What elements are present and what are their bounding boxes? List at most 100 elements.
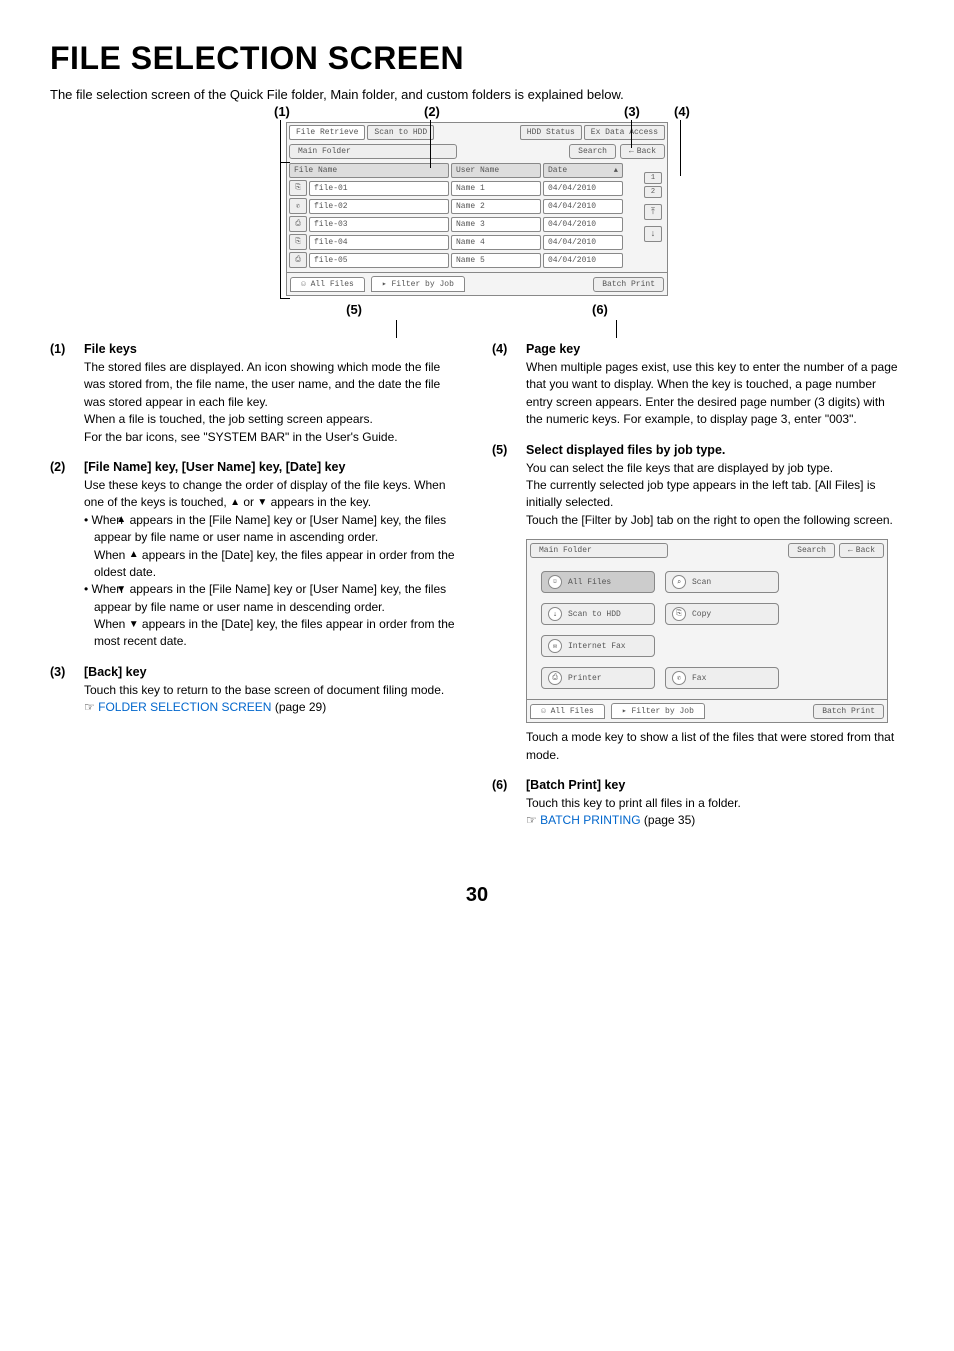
date-header[interactable]: Date▲	[543, 163, 623, 178]
fax-icon: ✆	[672, 671, 686, 685]
scroll-down-button[interactable]: ↓	[644, 226, 662, 242]
item-number: (3)	[50, 665, 84, 717]
item-number: (2)	[50, 460, 84, 651]
page-number-key[interactable]: 1	[644, 172, 662, 184]
item-title: Page key	[526, 342, 904, 356]
search-button[interactable]: Search	[788, 543, 835, 558]
date-cell: 04/04/2010	[543, 181, 623, 196]
file-name-cell: file-04	[309, 235, 449, 250]
callout-4: (4)	[674, 104, 690, 119]
filter-by-job-tab[interactable]: ▸ Filter by Job	[611, 703, 705, 719]
mode-internet-fax[interactable]: ✉Internet Fax	[541, 635, 655, 657]
filter-by-job-panel: Main Folder Search ←Back ☺All Files ⌕Sca…	[526, 539, 888, 723]
tab-file-retrieve[interactable]: File Retrieve	[289, 125, 365, 140]
callout-6: (6)	[592, 302, 608, 317]
item-text: You can select the file keys that are di…	[526, 460, 904, 477]
search-button[interactable]: Search	[569, 144, 616, 159]
user-name-cell: Name 3	[451, 217, 541, 232]
copy-mode-icon: ⎘	[289, 234, 307, 250]
item-text: When ▲ appears in the [Date] key, the fi…	[84, 547, 462, 582]
all-files-tab[interactable]: ☺ All Files	[290, 277, 365, 292]
link-folder-selection[interactable]: FOLDER SELECTION SCREEN	[98, 700, 271, 714]
file-selection-panel: File Retrieve Scan to HDD HDD Status Ex …	[286, 122, 668, 296]
user-name-cell: Name 1	[451, 181, 541, 196]
hdd-status-button[interactable]: HDD Status	[520, 125, 582, 140]
callout-3: (3)	[624, 104, 640, 119]
file-name-header[interactable]: File Name	[289, 163, 449, 178]
page-number: 30	[50, 884, 904, 907]
date-cell: 04/04/2010	[543, 217, 623, 232]
mode-copy[interactable]: ⎘Copy	[665, 603, 779, 625]
item-text: Touch the [Filter by Job] tab on the rig…	[526, 512, 904, 529]
user-name-cell: Name 4	[451, 235, 541, 250]
mode-printer[interactable]: ⎙Printer	[541, 667, 655, 689]
fax-mode-icon: ✆	[289, 198, 307, 214]
sort-asc-icon: ▲	[129, 548, 139, 563]
date-cell: 04/04/2010	[543, 253, 623, 268]
item-title: [Batch Print] key	[526, 778, 904, 792]
file-name-cell: file-03	[309, 217, 449, 232]
mode-scan[interactable]: ⌕Scan	[665, 571, 779, 593]
all-files-tab[interactable]: ☺ All Files	[530, 704, 605, 719]
tab-scan-to-hdd[interactable]: Scan to HDD	[367, 125, 434, 140]
batch-print-button[interactable]: Batch Print	[813, 704, 884, 719]
file-row[interactable]: ⎙ file-05 Name 5 04/04/2010	[289, 252, 665, 268]
batch-print-button[interactable]: Batch Print	[593, 277, 664, 292]
callout-2: (2)	[424, 104, 440, 119]
sort-desc-icon: ▼	[257, 496, 267, 511]
breadcrumb: Main Folder	[289, 144, 457, 159]
arrow-left-icon: ←	[629, 147, 634, 156]
item-number: (4)	[492, 342, 526, 429]
cross-reference: ☞ FOLDER SELECTION SCREEN (page 29)	[84, 699, 462, 716]
item-title: [Back] key	[84, 665, 462, 679]
item-text: • When ▲ appears in the [File Name] key …	[84, 512, 462, 547]
pointer-icon: ☞	[526, 813, 537, 827]
file-name-cell: file-05	[309, 253, 449, 268]
item-text: The stored files are displayed. An icon …	[84, 359, 462, 411]
user-name-cell: Name 5	[451, 253, 541, 268]
internet-fax-icon: ✉	[548, 639, 562, 653]
printer-mode-icon: ⎙	[289, 216, 307, 232]
item-title: [File Name] key, [User Name] key, [Date]…	[84, 460, 462, 474]
item-number: (6)	[492, 778, 526, 830]
item-title: Select displayed files by job type.	[526, 443, 904, 457]
all-files-icon: ☺	[548, 575, 562, 589]
file-name-cell: file-01	[309, 181, 449, 196]
ex-data-access-button[interactable]: Ex Data Access	[584, 125, 665, 140]
user-name-cell: Name 2	[451, 199, 541, 214]
item-text: Use these keys to change the order of di…	[84, 477, 462, 512]
date-cell: 04/04/2010	[543, 235, 623, 250]
user-name-header[interactable]: User Name	[451, 163, 541, 178]
sort-asc-icon: ▲	[230, 496, 240, 511]
page-title: FILE SELECTION SCREEN	[50, 40, 904, 77]
mode-fax[interactable]: ✆Fax	[665, 667, 779, 689]
file-row[interactable]: ⎘ file-01 Name 1 04/04/2010	[289, 180, 665, 196]
printer-mode-icon: ⎙	[289, 252, 307, 268]
callout-1: (1)	[274, 104, 290, 119]
breadcrumb: Main Folder	[530, 543, 668, 558]
file-row[interactable]: ✆ file-02 Name 2 04/04/2010	[289, 198, 665, 214]
scroll-up-button[interactable]: ⤒	[644, 204, 662, 220]
mode-scan-to-hdd[interactable]: ⇣Scan to HDD	[541, 603, 655, 625]
item-text: Touch this key to return to the base scr…	[84, 682, 462, 699]
item-text: Touch this key to print all files in a f…	[526, 795, 904, 812]
item-text: When ▼ appears in the [Date] key, the fi…	[84, 616, 462, 651]
page-total: 2	[644, 186, 662, 198]
item-text: • When ▼ appears in the [File Name] key …	[84, 581, 462, 616]
item-title: File keys	[84, 342, 462, 356]
file-name-cell: file-02	[309, 199, 449, 214]
item-text: When multiple pages exist, use this key …	[526, 359, 904, 429]
date-cell: 04/04/2010	[543, 199, 623, 214]
file-row[interactable]: ⎙ file-03 Name 3 04/04/2010	[289, 216, 665, 232]
callout-5: (5)	[346, 302, 362, 317]
item-text: When a file is touched, the job setting …	[84, 411, 462, 428]
link-batch-printing[interactable]: BATCH PRINTING	[540, 813, 640, 827]
item-text: The currently selected job type appears …	[526, 477, 904, 512]
back-button[interactable]: ←Back	[839, 543, 884, 558]
back-button[interactable]: ←Back	[620, 144, 665, 159]
pointer-icon: ☞	[84, 700, 95, 714]
item-text: Touch a mode key to show a list of the f…	[526, 729, 904, 764]
file-row[interactable]: ⎘ file-04 Name 4 04/04/2010	[289, 234, 665, 250]
filter-by-job-tab[interactable]: ▸ Filter by Job	[371, 276, 465, 292]
mode-all-files[interactable]: ☺All Files	[541, 571, 655, 593]
